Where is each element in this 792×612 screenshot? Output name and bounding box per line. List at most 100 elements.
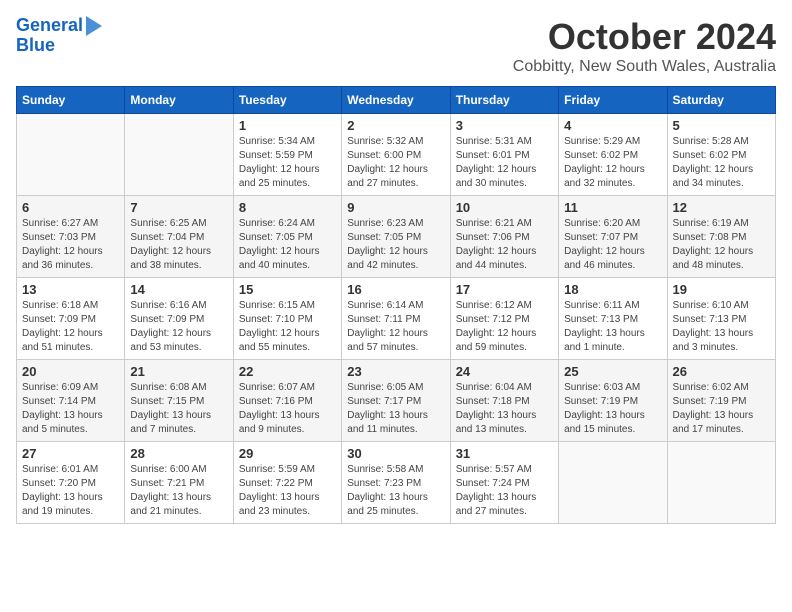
day-number: 11	[564, 200, 661, 215]
day-info: Sunrise: 6:03 AMSunset: 7:19 PMDaylight:…	[564, 381, 661, 437]
day-number: 26	[673, 364, 770, 379]
calendar-day-cell	[559, 442, 667, 524]
day-of-week-header: Wednesday	[342, 87, 450, 114]
day-info: Sunrise: 5:29 AMSunset: 6:02 PMDaylight:…	[564, 135, 661, 191]
day-number: 24	[456, 364, 553, 379]
day-number: 28	[130, 446, 227, 461]
day-info: Sunrise: 6:12 AMSunset: 7:12 PMDaylight:…	[456, 299, 553, 355]
calendar-day-cell: 21 Sunrise: 6:08 AMSunset: 7:15 PMDayligh…	[125, 360, 233, 442]
day-info: Sunrise: 6:24 AMSunset: 7:05 PMDaylight:…	[239, 217, 336, 273]
day-info: Sunrise: 5:58 AMSunset: 7:23 PMDaylight:…	[347, 463, 444, 519]
day-info: Sunrise: 6:15 AMSunset: 7:10 PMDaylight:…	[239, 299, 336, 355]
logo: General Blue	[16, 16, 102, 56]
calendar-subtitle: Cobbitty, New South Wales, Australia	[513, 58, 776, 76]
day-info: Sunrise: 6:25 AMSunset: 7:04 PMDaylight:…	[130, 217, 227, 273]
day-of-week-header: Monday	[125, 87, 233, 114]
logo-text: General	[16, 16, 83, 36]
calendar-day-cell: 13 Sunrise: 6:18 AMSunset: 7:09 PMDayligh…	[17, 278, 125, 360]
day-number: 18	[564, 282, 661, 297]
day-of-week-header: Thursday	[450, 87, 558, 114]
day-number: 5	[673, 118, 770, 133]
day-of-week-header: Friday	[559, 87, 667, 114]
day-info: Sunrise: 5:32 AMSunset: 6:00 PMDaylight:…	[347, 135, 444, 191]
day-info: Sunrise: 5:31 AMSunset: 6:01 PMDaylight:…	[456, 135, 553, 191]
calendar-day-cell: 11 Sunrise: 6:20 AMSunset: 7:07 PMDayligh…	[559, 196, 667, 278]
calendar-day-cell: 5 Sunrise: 5:28 AMSunset: 6:02 PMDaylight…	[667, 114, 775, 196]
day-info: Sunrise: 6:01 AMSunset: 7:20 PMDaylight:…	[22, 463, 119, 519]
calendar-day-cell: 25 Sunrise: 6:03 AMSunset: 7:19 PMDayligh…	[559, 360, 667, 442]
logo-arrow-icon	[86, 16, 102, 36]
day-number: 8	[239, 200, 336, 215]
day-info: Sunrise: 6:00 AMSunset: 7:21 PMDaylight:…	[130, 463, 227, 519]
day-info: Sunrise: 5:57 AMSunset: 7:24 PMDaylight:…	[456, 463, 553, 519]
calendar-day-cell	[125, 114, 233, 196]
calendar-week-row: 6Sunrise: 6:27 AMSunset: 7:03 PMDaylight…	[17, 196, 776, 278]
day-info: Sunrise: 6:20 AMSunset: 7:07 PMDaylight:…	[564, 217, 661, 273]
calendar-day-cell: 9Sunrise: 6:23 AMSunset: 7:05 PMDaylight…	[342, 196, 450, 278]
calendar-day-cell: 8 Sunrise: 6:24 AMSunset: 7:05 PMDaylight…	[233, 196, 341, 278]
day-number: 19	[673, 282, 770, 297]
day-info: Sunrise: 6:10 AMSunset: 7:13 PMDaylight:…	[673, 299, 770, 355]
day-info: Sunrise: 6:07 AMSunset: 7:16 PMDaylight:…	[239, 381, 336, 437]
calendar-week-row: 1Sunrise: 5:34 AMSunset: 5:59 PMDaylight…	[17, 114, 776, 196]
calendar-day-cell: 1Sunrise: 5:34 AMSunset: 5:59 PMDaylight…	[233, 114, 341, 196]
title-block: October 2024 Cobbitty, New South Wales, …	[513, 16, 776, 76]
day-number: 3	[456, 118, 553, 133]
day-number: 17	[456, 282, 553, 297]
day-info: Sunrise: 6:19 AMSunset: 7:08 PMDaylight:…	[673, 217, 770, 273]
calendar-day-cell: 2 Sunrise: 5:32 AMSunset: 6:00 PMDaylight…	[342, 114, 450, 196]
day-number: 30	[347, 446, 444, 461]
day-info: Sunrise: 6:14 AMSunset: 7:11 PMDaylight:…	[347, 299, 444, 355]
day-number: 25	[564, 364, 661, 379]
day-of-week-header: Tuesday	[233, 87, 341, 114]
calendar-day-cell: 10 Sunrise: 6:21 AMSunset: 7:06 PMDayligh…	[450, 196, 558, 278]
calendar-day-cell: 28 Sunrise: 6:00 AMSunset: 7:21 PMDayligh…	[125, 442, 233, 524]
calendar-day-cell: 27 Sunrise: 6:01 AMSunset: 7:20 PMDayligh…	[17, 442, 125, 524]
day-info: Sunrise: 6:23 AMSunset: 7:05 PMDaylight:…	[347, 217, 444, 273]
calendar-day-cell: 20Sunrise: 6:09 AMSunset: 7:14 PMDayligh…	[17, 360, 125, 442]
day-number: 16	[347, 282, 444, 297]
calendar-week-row: 13 Sunrise: 6:18 AMSunset: 7:09 PMDayligh…	[17, 278, 776, 360]
calendar-week-row: 20Sunrise: 6:09 AMSunset: 7:14 PMDayligh…	[17, 360, 776, 442]
day-number: 15	[239, 282, 336, 297]
calendar-day-cell: 6Sunrise: 6:27 AMSunset: 7:03 PMDaylight…	[17, 196, 125, 278]
calendar-day-cell: 12Sunrise: 6:19 AMSunset: 7:08 PMDayligh…	[667, 196, 775, 278]
day-info: Sunrise: 6:05 AMSunset: 7:17 PMDaylight:…	[347, 381, 444, 437]
calendar-day-cell: 31Sunrise: 5:57 AMSunset: 7:24 PMDayligh…	[450, 442, 558, 524]
calendar-day-cell: 26Sunrise: 6:02 AMSunset: 7:19 PMDayligh…	[667, 360, 775, 442]
day-info: Sunrise: 6:04 AMSunset: 7:18 PMDaylight:…	[456, 381, 553, 437]
calendar-day-cell: 7 Sunrise: 6:25 AMSunset: 7:04 PMDaylight…	[125, 196, 233, 278]
calendar-day-cell: 19 Sunrise: 6:10 AMSunset: 7:13 PMDayligh…	[667, 278, 775, 360]
day-of-week-header: Saturday	[667, 87, 775, 114]
calendar-week-row: 27 Sunrise: 6:01 AMSunset: 7:20 PMDayligh…	[17, 442, 776, 524]
day-of-week-header: Sunday	[17, 87, 125, 114]
day-info: Sunrise: 6:11 AMSunset: 7:13 PMDaylight:…	[564, 299, 661, 355]
day-info: Sunrise: 6:08 AMSunset: 7:15 PMDaylight:…	[130, 381, 227, 437]
day-number: 2	[347, 118, 444, 133]
day-number: 14	[130, 282, 227, 297]
calendar-table: SundayMondayTuesdayWednesdayThursdayFrid…	[16, 86, 776, 524]
day-number: 10	[456, 200, 553, 215]
day-info: Sunrise: 6:16 AMSunset: 7:09 PMDaylight:…	[130, 299, 227, 355]
day-info: Sunrise: 5:28 AMSunset: 6:02 PMDaylight:…	[673, 135, 770, 191]
day-number: 6	[22, 200, 119, 215]
day-number: 21	[130, 364, 227, 379]
calendar-day-cell: 23Sunrise: 6:05 AMSunset: 7:17 PMDayligh…	[342, 360, 450, 442]
day-info: Sunrise: 6:18 AMSunset: 7:09 PMDaylight:…	[22, 299, 119, 355]
day-number: 13	[22, 282, 119, 297]
day-info: Sunrise: 6:09 AMSunset: 7:14 PMDaylight:…	[22, 381, 119, 437]
calendar-day-cell: 22Sunrise: 6:07 AMSunset: 7:16 PMDayligh…	[233, 360, 341, 442]
calendar-day-cell	[667, 442, 775, 524]
calendar-day-cell: 29Sunrise: 5:59 AMSunset: 7:22 PMDayligh…	[233, 442, 341, 524]
calendar-day-cell: 15 Sunrise: 6:15 AMSunset: 7:10 PMDayligh…	[233, 278, 341, 360]
day-info: Sunrise: 6:21 AMSunset: 7:06 PMDaylight:…	[456, 217, 553, 273]
day-info: Sunrise: 5:34 AMSunset: 5:59 PMDaylight:…	[239, 135, 336, 191]
calendar-day-cell: 18 Sunrise: 6:11 AMSunset: 7:13 PMDayligh…	[559, 278, 667, 360]
day-number: 7	[130, 200, 227, 215]
day-number: 27	[22, 446, 119, 461]
calendar-day-cell	[17, 114, 125, 196]
calendar-day-cell: 17 Sunrise: 6:12 AMSunset: 7:12 PMDayligh…	[450, 278, 558, 360]
calendar-title: October 2024	[513, 16, 776, 58]
calendar-day-cell: 14 Sunrise: 6:16 AMSunset: 7:09 PMDayligh…	[125, 278, 233, 360]
day-number: 4	[564, 118, 661, 133]
